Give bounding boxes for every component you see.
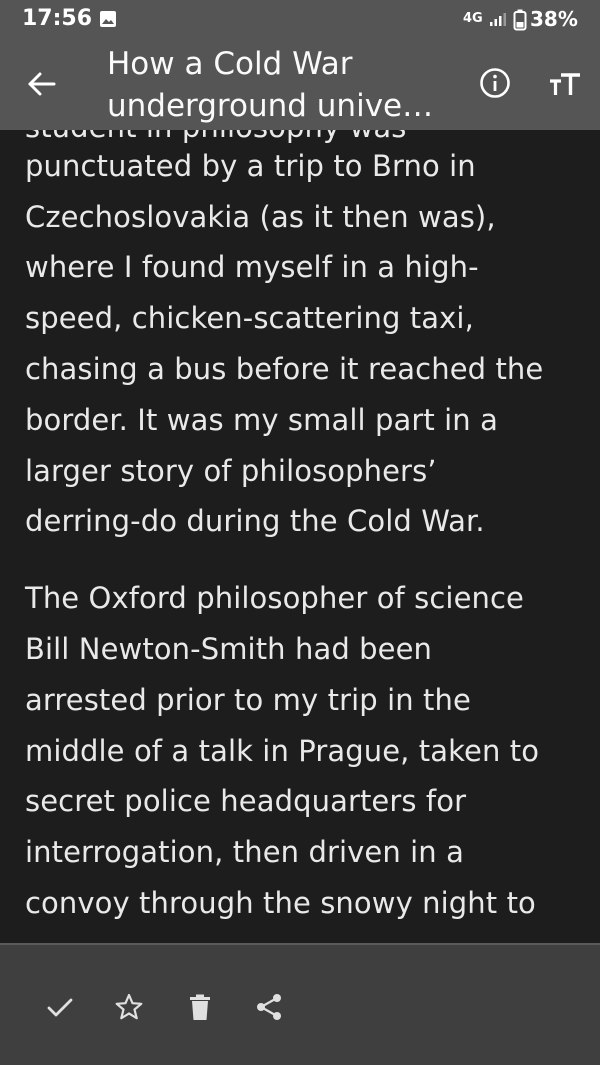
battery-icon bbox=[513, 9, 527, 35]
article-line: interrogation, then driven in a bbox=[25, 835, 464, 870]
article-line: Czechoslovakia (as it then was), bbox=[25, 199, 496, 234]
article-body[interactable]: student in philosophy was punctuated by … bbox=[25, 90, 585, 955]
mark-read-button[interactable] bbox=[45, 992, 75, 1022]
article-paragraph-1: punctuated by a trip to Brno in Czechosl… bbox=[25, 141, 585, 547]
article-line: convoy through the snowy night to bbox=[25, 885, 536, 920]
status-time: 17:56 bbox=[22, 6, 93, 31]
back-button[interactable] bbox=[22, 66, 62, 102]
page-title: How a Cold War underground unive… bbox=[107, 43, 462, 127]
gallery-icon bbox=[99, 10, 117, 32]
back-arrow-icon bbox=[28, 72, 56, 96]
status-bar: 17:56 4G 38% bbox=[0, 0, 600, 38]
info-button[interactable] bbox=[478, 66, 512, 100]
reader-screen: student in philosophy was punctuated by … bbox=[0, 0, 600, 1065]
article-line: border. It was my small part in a bbox=[25, 402, 498, 437]
share-button[interactable] bbox=[254, 992, 284, 1022]
title-line-2: underground unive… bbox=[107, 88, 434, 124]
article-paragraph-2: The Oxford philosopher of science Bill N… bbox=[25, 573, 585, 929]
article-line: middle of a talk in Prague, taken to bbox=[25, 733, 540, 768]
article-line: secret police headquarters for bbox=[25, 784, 467, 819]
favorite-button[interactable] bbox=[114, 992, 144, 1022]
article-line: larger story of philosophers’ bbox=[25, 453, 437, 488]
star-icon bbox=[115, 993, 143, 1020]
app-bar: How a Cold War underground unive… bbox=[0, 38, 600, 130]
text-size-icon bbox=[550, 73, 580, 95]
article-line: where I found myself in a high- bbox=[25, 250, 479, 285]
delete-icon bbox=[190, 994, 210, 1020]
article-line: speed, chicken-scattering taxi, bbox=[25, 301, 474, 336]
text-size-button[interactable] bbox=[549, 71, 581, 99]
article-line: chasing a bus before it reached the bbox=[25, 351, 544, 386]
article-line: Bill Newton-Smith had been bbox=[25, 631, 433, 666]
info-icon bbox=[480, 68, 510, 98]
article-line: arrested prior to my trip in the bbox=[25, 682, 471, 717]
signal-icon bbox=[489, 11, 507, 31]
title-line-1: How a Cold War bbox=[107, 46, 353, 82]
network-type: 4G bbox=[463, 11, 483, 26]
battery-percentage: 38% bbox=[530, 7, 578, 31]
article-line: derring-do during the Cold War. bbox=[25, 504, 485, 539]
check-icon bbox=[47, 998, 73, 1017]
delete-button[interactable] bbox=[185, 992, 215, 1022]
article-line: The Oxford philosopher of science bbox=[25, 581, 524, 616]
share-icon bbox=[257, 994, 281, 1020]
bottom-action-bar bbox=[0, 943, 600, 1065]
